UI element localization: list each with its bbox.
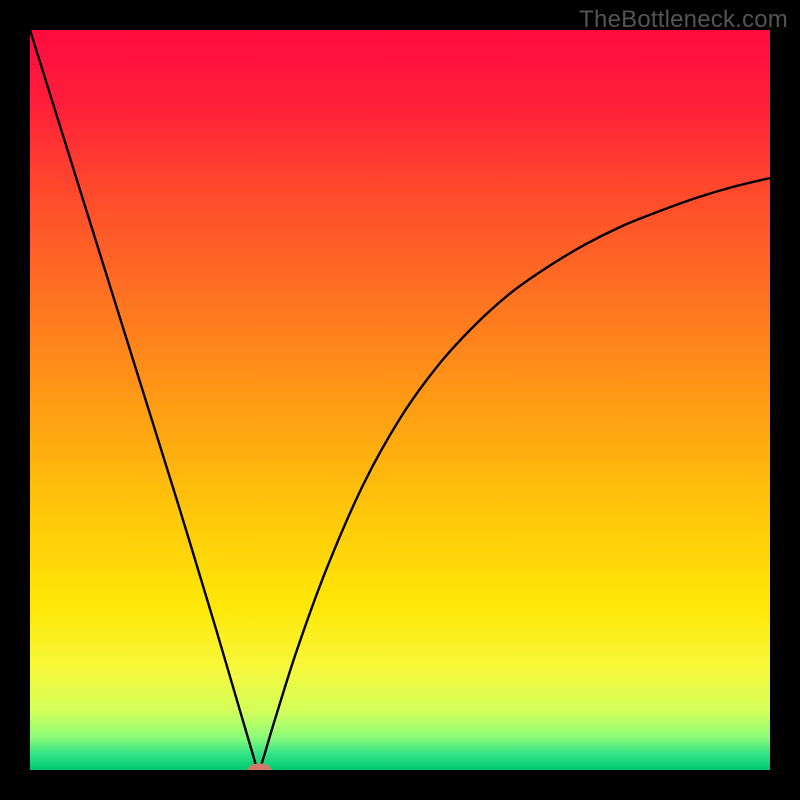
watermark-text: TheBottleneck.com — [579, 6, 788, 34]
chart-svg — [30, 30, 770, 770]
chart-frame: TheBottleneck.com — [0, 0, 800, 800]
gradient-background — [30, 30, 770, 770]
plot-area — [30, 30, 770, 770]
